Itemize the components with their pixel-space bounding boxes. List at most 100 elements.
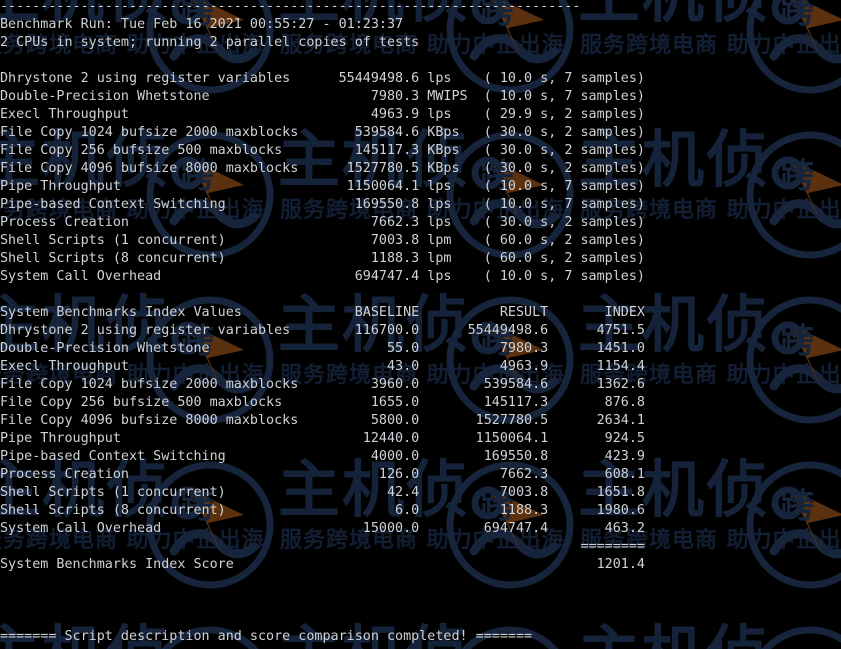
watermark-subtitle-text: 服务跨境电商 助力中企出海 bbox=[0, 33, 265, 58]
watermark-title-text: 主机侦 bbox=[278, 622, 470, 649]
watermark-subtitle-text: 服务跨境电商 助力中企出海 bbox=[0, 198, 265, 223]
svg-text:跨: 跨 bbox=[480, 321, 515, 361]
watermark-tile: 跨主机侦服务跨境电商 助力中企出海 bbox=[746, 0, 841, 125]
cpu-count-line: 2 CPUs in system; running 2 parallel cop… bbox=[0, 35, 420, 50]
watermark-subtitle-text: 服务跨境电商 助力中企出海 bbox=[280, 363, 565, 388]
watermark-logo: 跨主机侦服务跨境电商 助力中企出海 bbox=[446, 455, 841, 620]
watermark-subtitle-text: 服务跨境电商 助力中企出海 bbox=[0, 363, 265, 388]
watermark-tile: 跨主机侦服务跨境电商 助力中企出海 bbox=[0, 620, 168, 649]
watermark-title-text: 主机侦 bbox=[278, 288, 471, 361]
svg-text:跨: 跨 bbox=[780, 0, 815, 31]
watermark-seal-icon: 跨 bbox=[446, 296, 574, 424]
result-row: Process Creation 7662.3 lps ( 30.0 s, 2 … bbox=[0, 215, 645, 230]
watermark-title-text: 主机侦 bbox=[578, 453, 771, 526]
watermark-tile: 跨主机侦服务跨境电商 助力中企出海 bbox=[146, 0, 564, 125]
watermark-logo: 跨主机侦服务跨境电商 助力中企出海 bbox=[0, 620, 168, 649]
watermark-seal-icon: 跨 bbox=[146, 461, 274, 589]
watermark-logo: 跨主机侦服务跨境电商 助力中企出海 bbox=[450, 620, 768, 649]
watermark-logo: 跨主机侦服务跨境电商 助力中企出海 bbox=[446, 290, 841, 455]
result-row: File Copy 256 bufsize 500 maxblocks 1451… bbox=[0, 143, 645, 158]
watermark-seal-icon: 跨 bbox=[446, 461, 574, 589]
result-row: System Call Overhead 694747.4 lps ( 10.0… bbox=[0, 269, 645, 284]
watermark-subtitle-text: 服务跨境电商 助力中企出海 bbox=[580, 198, 841, 223]
watermark-title-text: 主机侦 bbox=[0, 622, 170, 649]
watermark-title-text: 主机侦 bbox=[0, 288, 171, 361]
index-table-header: System Benchmarks Index Values BASELINE … bbox=[0, 305, 645, 320]
index-table-row: Pipe Throughput 12440.0 1150064.1 924.5 bbox=[0, 431, 645, 446]
watermark-tile: 跨主机侦服务跨境电商 助力中企出海 bbox=[446, 455, 841, 620]
watermark-title-text: 主机侦 bbox=[278, 0, 470, 28]
watermark-logo: 跨主机侦服务跨境电商 助力中企出海 bbox=[0, 0, 264, 125]
watermark-title-text: 主机侦 bbox=[578, 0, 770, 28]
watermark-tile: 跨主机侦服务跨境电商 助力中企出海 bbox=[0, 0, 264, 125]
watermark-seal-icon: 跨 bbox=[146, 0, 274, 94]
index-table-row: File Copy 256 bufsize 500 maxblocks 1655… bbox=[0, 395, 645, 410]
watermark-title-text: 主机侦 bbox=[0, 0, 170, 28]
index-table-row: Dhrystone 2 using register variables 116… bbox=[0, 323, 645, 338]
watermark-tile: 跨主机侦服务跨境电商 助力中企出海 bbox=[450, 620, 768, 649]
watermark-seal-icon: 跨 bbox=[146, 131, 274, 259]
watermark-logo: 跨主机侦服务跨境电商 助力中企出海 bbox=[0, 290, 264, 455]
watermark-tile: 跨主机侦服务跨境电商 助力中企出海 bbox=[750, 620, 841, 649]
index-divider-line: ======== bbox=[0, 539, 645, 554]
terminal-text-layer: ----------------------------------------… bbox=[0, 0, 841, 649]
watermark-logo: 跨主机侦服务跨境电商 助力中企出海 bbox=[446, 125, 841, 290]
watermark-subtitle-text: 服务跨境电商 助力中企出海 bbox=[580, 528, 841, 553]
watermark-title-text: 主机侦 bbox=[278, 123, 471, 196]
watermark-logo: 跨主机侦服务跨境电商 助力中企出海 bbox=[146, 290, 564, 455]
separator-line: ----------------------------------------… bbox=[0, 0, 581, 14]
svg-text:跨: 跨 bbox=[180, 486, 215, 526]
watermark-seal-icon: 跨 bbox=[746, 0, 841, 94]
result-row: Dhrystone 2 using register variables 554… bbox=[0, 71, 645, 86]
watermark-seal-icon: 跨 bbox=[746, 296, 841, 424]
benchmark-run-line: Benchmark Run: Tue Feb 16 2021 00:55:27 … bbox=[0, 17, 404, 32]
svg-text:跨: 跨 bbox=[780, 321, 815, 361]
svg-text:跨: 跨 bbox=[480, 0, 515, 31]
result-row: Execl Throughput 4963.9 lps ( 29.9 s, 2 … bbox=[0, 107, 645, 122]
watermark-tile: 跨 主机侦服务跨境电商 助力中企出海 bbox=[146, 125, 564, 290]
watermark-layer: 跨主机侦服务跨境电商 助力中企出海跨主机侦服务跨境电商 助力中企出海跨主机侦服务… bbox=[0, 0, 841, 649]
watermark-tile: 跨主机侦服务跨境电商 助力中企出海 bbox=[146, 290, 564, 455]
index-table-row: System Call Overhead 15000.0 694747.4 46… bbox=[0, 521, 645, 536]
index-table-row: Execl Throughput 43.0 4963.9 1154.4 bbox=[0, 359, 645, 374]
watermark-logo: 跨主机侦服务跨境电商 助力中企出海 bbox=[746, 125, 841, 290]
svg-text:跨: 跨 bbox=[180, 156, 215, 196]
watermark-title-text: 主机侦 bbox=[0, 453, 171, 526]
watermark-tile: 跨主机侦服务跨境电商 助力中企出海 bbox=[0, 455, 264, 620]
index-table-row: Shell Scripts (1 concurrent) 42.4 7003.8… bbox=[0, 485, 645, 500]
watermark-logo: 跨主机侦服务跨境电商 助力中企出海 bbox=[446, 0, 841, 125]
index-score-line: System Benchmarks Index Score 1201.4 bbox=[0, 557, 645, 572]
watermark-tile: 跨主机侦服务跨境电商 助力中企出海 bbox=[146, 455, 564, 620]
watermark-tile: 跨主机侦服务跨境电商 助力中企出海 bbox=[0, 290, 264, 455]
watermark-seal-icon: 跨 bbox=[761, 626, 841, 649]
watermark-seal-icon: 跨 bbox=[446, 0, 574, 94]
result-row: File Copy 4096 bufsize 8000 maxblocks 15… bbox=[0, 161, 645, 176]
watermark-tile: 跨主机侦服务跨境电商 助力中企出海 bbox=[746, 455, 841, 620]
index-table-row: Process Creation 126.0 7662.3 608.1 bbox=[0, 467, 645, 482]
svg-text:跨: 跨 bbox=[180, 321, 215, 361]
watermark-logo: 跨主机侦服务跨境电商 助力中企出海 bbox=[0, 455, 264, 620]
svg-text:跨: 跨 bbox=[180, 0, 215, 31]
watermark-subtitle-text: 服务跨境电商 助力中企出海 bbox=[0, 528, 265, 553]
watermark-title-text: 主机侦 bbox=[578, 288, 771, 361]
watermark-seal-icon: 跨 bbox=[146, 296, 274, 424]
svg-text:跨: 跨 bbox=[780, 156, 815, 196]
watermark-tile: 跨主机侦服务跨境电商 助力中企出海 bbox=[746, 290, 841, 455]
result-row: Pipe Throughput 1150064.1 lps ( 10.0 s, … bbox=[0, 179, 645, 194]
watermark-logo: 跨主机侦服务跨境电商 助力中企出海 bbox=[146, 0, 564, 125]
index-table-row: File Copy 1024 bufsize 2000 maxblocks 39… bbox=[0, 377, 645, 392]
watermark-tile: 跨主机侦服务跨境电商 助力中企出海 bbox=[446, 125, 841, 290]
watermark-seal-icon: 跨 bbox=[461, 626, 559, 649]
index-table-row: Pipe-based Context Switching 4000.0 1695… bbox=[0, 449, 645, 464]
watermark-logo: 跨主机侦服务跨境电商 助力中企出海 bbox=[746, 290, 841, 455]
watermark-logo: 跨主机侦服务跨境电商 助力中企出海 bbox=[146, 455, 564, 620]
watermark-tile: 跨主机侦服务跨境电商 助力中企出海 bbox=[150, 620, 468, 649]
watermark-logo: 跨主机侦服务跨境电商 助力中企出海 bbox=[0, 125, 264, 290]
watermark-subtitle-text: 服务跨境电商 助力中企出海 bbox=[280, 198, 565, 223]
result-row: Double-Precision Whetstone 7980.3 MWIPS … bbox=[0, 89, 645, 104]
watermark-seal-icon: 跨 bbox=[746, 131, 841, 259]
